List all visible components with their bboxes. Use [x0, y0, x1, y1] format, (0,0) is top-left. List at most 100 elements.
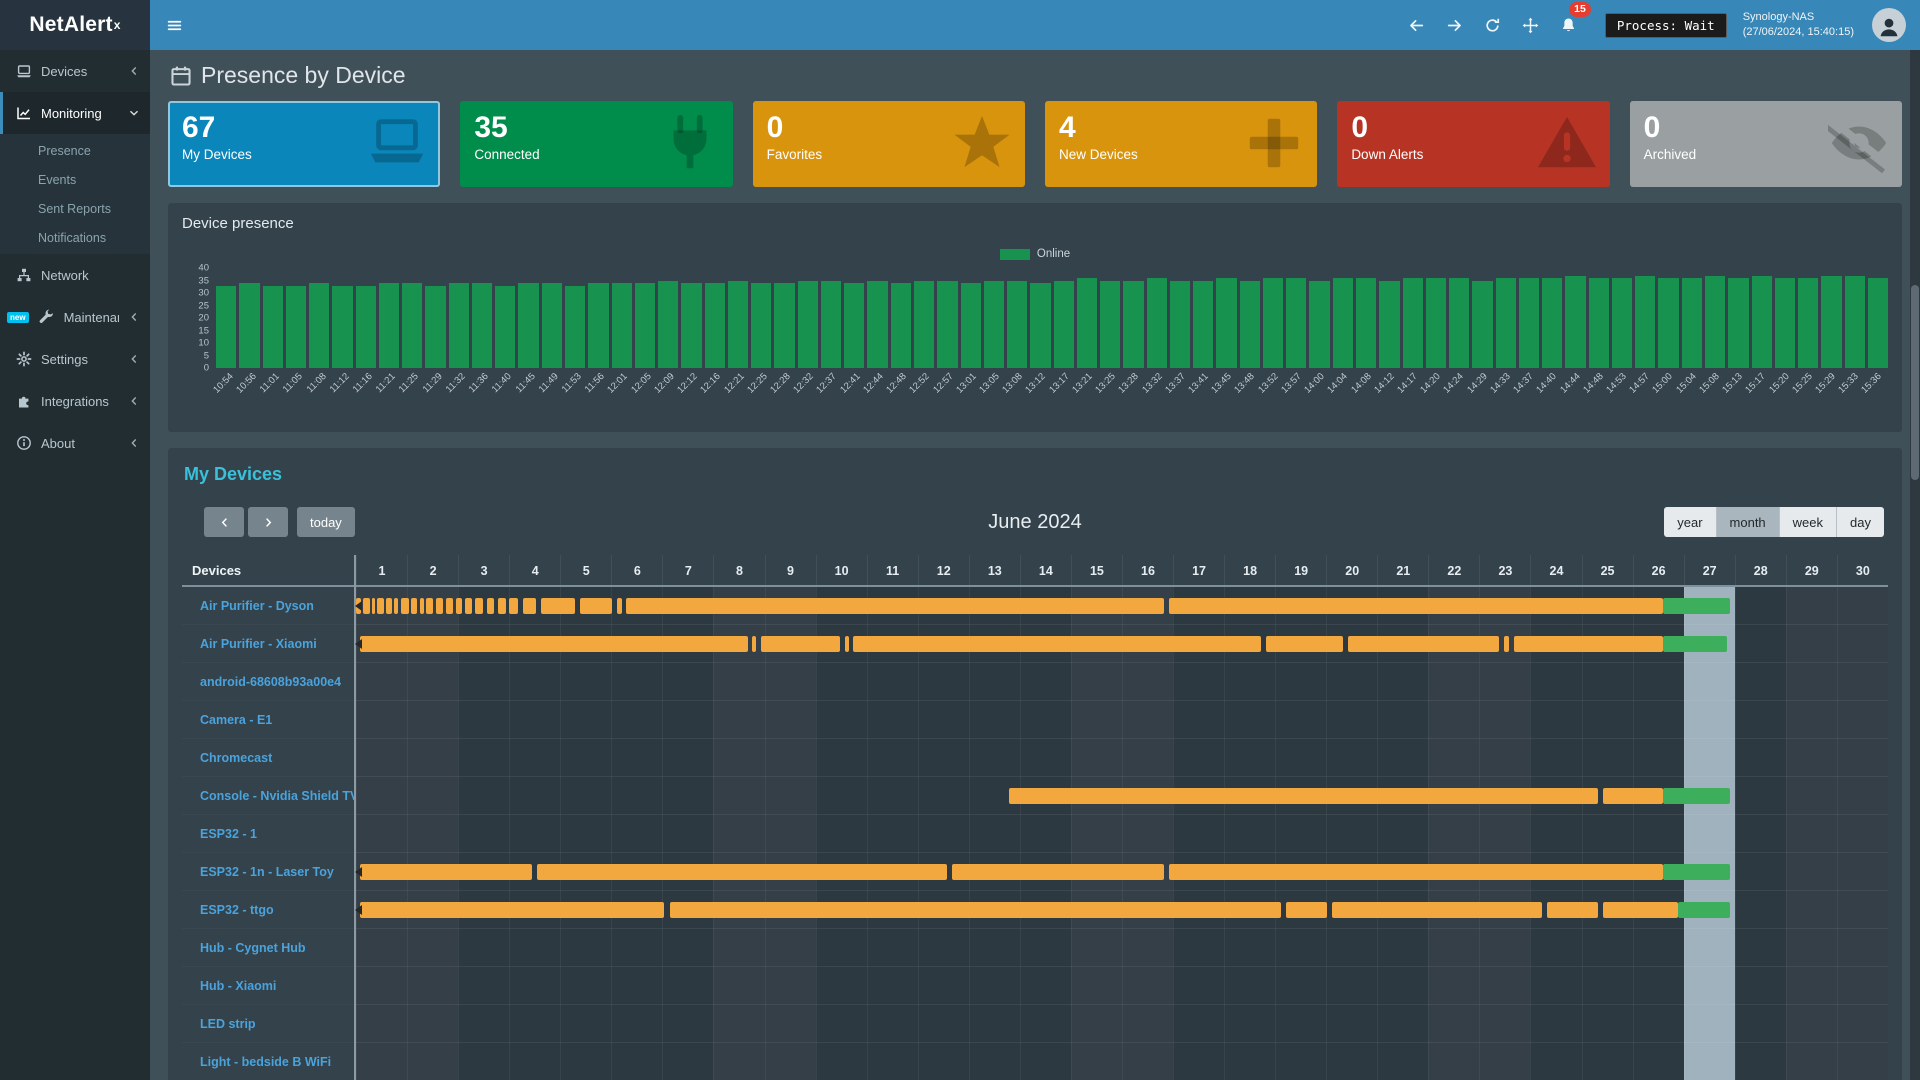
today-button[interactable]: today [297, 507, 355, 537]
chart-bar[interactable] [1216, 278, 1236, 368]
chart-bar[interactable] [1309, 281, 1329, 369]
chart-bar[interactable] [1798, 278, 1818, 368]
chart-bar[interactable] [216, 286, 236, 369]
refresh-button[interactable] [1477, 0, 1509, 50]
presence-segment-online[interactable] [401, 598, 409, 614]
presence-segment-online[interactable] [394, 598, 398, 614]
device-label-hub-cygnet-hub[interactable]: Hub - Cygnet Hub [182, 929, 354, 967]
chart-bar[interactable] [1868, 278, 1888, 368]
chart-bar[interactable] [1752, 276, 1772, 369]
sidebar-item-monitoring[interactable]: Monitoring [0, 92, 150, 134]
presence-segment-online[interactable] [580, 598, 613, 614]
infobox-favorites[interactable]: 0Favorites [753, 101, 1025, 187]
chart-bar[interactable] [1519, 278, 1539, 368]
chart-bar[interactable] [1403, 278, 1423, 368]
presence-segment-online[interactable] [363, 598, 370, 614]
chart-bar[interactable] [1007, 281, 1027, 369]
presence-segment-online[interactable] [377, 598, 384, 614]
chart-bar[interactable] [1775, 278, 1795, 368]
device-label-led-strip[interactable]: LED strip [182, 1005, 354, 1043]
chart-bar[interactable] [1240, 281, 1260, 369]
chart-bar[interactable] [914, 281, 934, 369]
chart-bar[interactable] [263, 286, 283, 369]
device-label-hub-xiaomi[interactable]: Hub - Xiaomi [182, 967, 354, 1005]
chart-bar[interactable] [1658, 278, 1678, 368]
chart-bar[interactable] [798, 281, 818, 369]
chart-bar[interactable] [891, 283, 911, 368]
presence-segment-online[interactable] [1332, 902, 1541, 918]
view-day-button[interactable]: day [1837, 507, 1884, 537]
presence-segment-online[interactable] [360, 902, 664, 918]
presence-segment-online[interactable] [1169, 598, 1663, 614]
sidebar-subitem-presence[interactable]: Presence [0, 136, 150, 165]
sidebar-subitem-events[interactable]: Events [0, 165, 150, 194]
chart-bar[interactable] [1705, 276, 1725, 369]
sidebar-item-integrations[interactable]: Integrations [0, 380, 150, 422]
chart-bar[interactable] [867, 281, 887, 369]
sidebar-item-network[interactable]: Network [0, 254, 150, 296]
device-label-air-purifier-dyson[interactable]: Air Purifier - Dyson [182, 587, 354, 625]
presence-segment-online[interactable] [617, 598, 621, 614]
chart-bar[interactable] [1542, 278, 1562, 368]
chart-bar[interactable] [1682, 278, 1702, 368]
chart-bar[interactable] [1589, 278, 1609, 368]
chart-bar[interactable] [751, 283, 771, 368]
chart-bar[interactable] [658, 281, 678, 369]
presence-segment-online-now[interactable] [1678, 902, 1730, 918]
device-label-air-purifier-xiaomi[interactable]: Air Purifier - Xiaomi [182, 625, 354, 663]
presence-segment-online[interactable] [1286, 902, 1327, 918]
presence-segment-online[interactable] [1514, 636, 1663, 652]
chart-bar[interactable] [728, 281, 748, 369]
view-year-button[interactable]: year [1664, 507, 1716, 537]
chart-bar[interactable] [1728, 278, 1748, 368]
chart-bar[interactable] [1193, 281, 1213, 369]
presence-segment-online[interactable] [1009, 788, 1598, 804]
presence-segment-online[interactable] [386, 598, 392, 614]
chart-bar[interactable] [1030, 283, 1050, 368]
chart-bar[interactable] [1356, 278, 1376, 368]
chart-bar[interactable] [472, 283, 492, 368]
presence-segment-online[interactable] [360, 636, 748, 652]
presence-segment-online[interactable] [411, 598, 417, 614]
chart-bar[interactable] [1123, 281, 1143, 369]
chart-bar[interactable] [1170, 281, 1190, 369]
presence-segment-online[interactable] [1348, 636, 1499, 652]
next-button[interactable] [248, 507, 288, 537]
presence-segment-online[interactable] [360, 864, 532, 880]
presence-segment-online[interactable] [509, 598, 519, 614]
presence-segment-online[interactable] [752, 636, 756, 652]
chart-bar[interactable] [984, 281, 1004, 369]
view-month-button[interactable]: month [1717, 507, 1780, 537]
sidebar-item-devices[interactable]: Devices [0, 50, 150, 92]
device-label-chromecast[interactable]: Chromecast [182, 739, 354, 777]
presence-segment-online[interactable] [465, 598, 472, 614]
chart-bar[interactable] [1077, 278, 1097, 368]
presence-segment-online[interactable] [436, 598, 443, 614]
chart-bar[interactable] [1333, 278, 1353, 368]
presence-segment-online[interactable] [761, 636, 840, 652]
chart-bar[interactable] [565, 286, 585, 369]
chart-bar[interactable] [542, 283, 562, 368]
presence-segment-online[interactable] [537, 864, 948, 880]
presence-segment-online-now[interactable] [1663, 788, 1729, 804]
device-label-android-68608b93a00e4[interactable]: android-68608b93a00e4 [182, 663, 354, 701]
presence-segment-online[interactable] [952, 864, 1163, 880]
chart-bar[interactable] [1054, 281, 1074, 369]
chart-bar[interactable] [1379, 281, 1399, 369]
chart-bar[interactable] [379, 283, 399, 368]
chart-bar[interactable] [635, 283, 655, 368]
presence-segment-online[interactable] [487, 598, 494, 614]
chart-bar[interactable] [286, 286, 306, 369]
presence-segment-online[interactable] [456, 598, 462, 614]
chart-bar[interactable] [1263, 278, 1283, 368]
chart-bar[interactable] [821, 281, 841, 369]
back-button[interactable] [1401, 0, 1433, 50]
scrollbar-thumb[interactable] [1911, 285, 1919, 480]
presence-segment-online[interactable] [541, 598, 575, 614]
chart-bar[interactable] [1612, 278, 1632, 368]
chart-bar[interactable] [588, 283, 608, 368]
infobox-new-devices[interactable]: 4New Devices [1045, 101, 1317, 187]
presence-segment-online[interactable] [853, 636, 1261, 652]
chart-bar[interactable] [332, 286, 352, 369]
sidebar-item-maintenance[interactable]: newMaintenance [0, 296, 150, 338]
